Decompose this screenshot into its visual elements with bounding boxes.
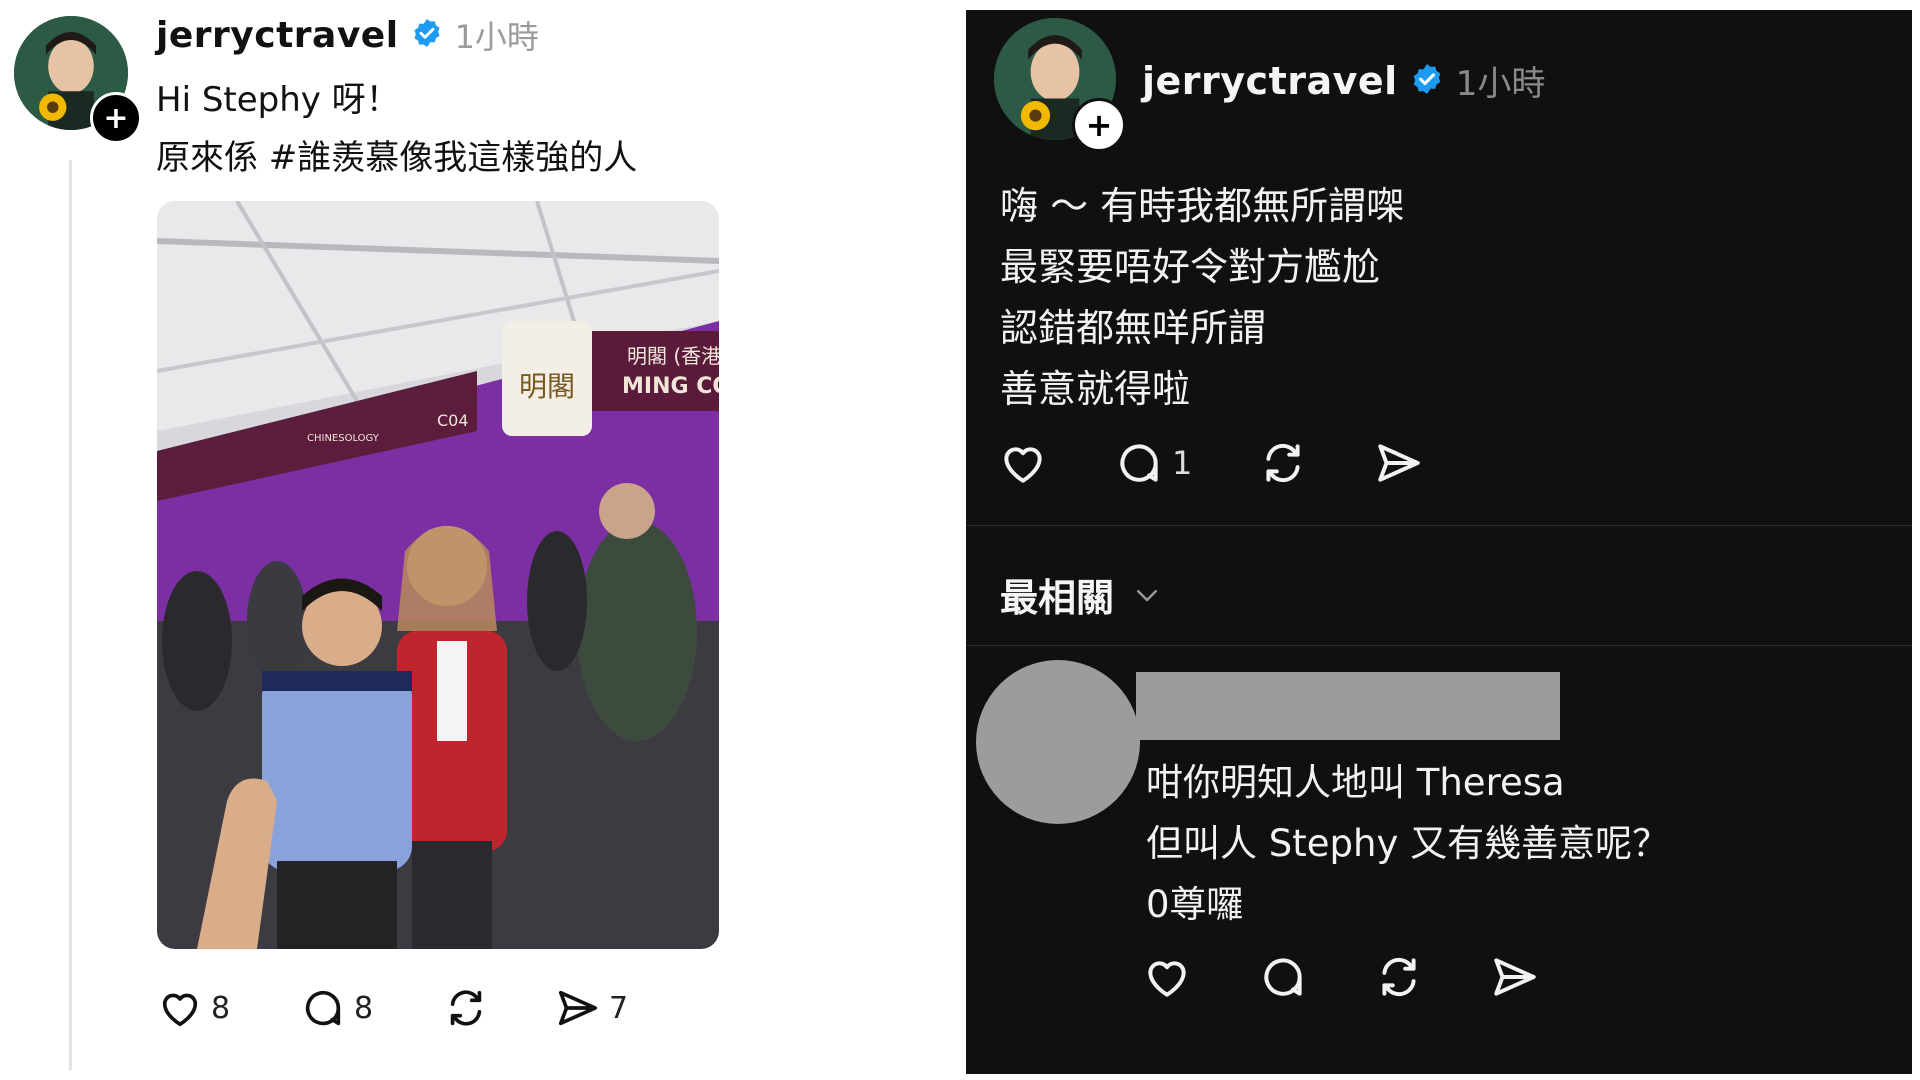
follow-plus-button-dark[interactable]: + bbox=[1072, 98, 1126, 152]
reply-line-1: 咁你明知人地叫 Theresa bbox=[1146, 761, 1565, 804]
post-line-4: 善意就得啦 bbox=[1000, 367, 1191, 411]
post-line-2: 最緊要唔好令對方尷尬 bbox=[1000, 245, 1381, 289]
reply-like-button[interactable] bbox=[1142, 952, 1192, 1002]
post-header-dark: jerryctravel 1小時 bbox=[1142, 56, 1545, 105]
send-icon bbox=[1494, 958, 1536, 996]
reply-body: 咁你明知人地叫 Theresa 但叫人 Stephy 又有幾善意呢？ 0尊囉 bbox=[1146, 752, 1669, 935]
send-icon bbox=[1378, 444, 1420, 482]
username-dark[interactable]: jerryctravel bbox=[1142, 59, 1398, 103]
like-count: 8 bbox=[211, 990, 231, 1026]
divider-2 bbox=[966, 645, 1912, 646]
repost-icon bbox=[450, 990, 482, 1026]
repost-icon bbox=[1266, 443, 1300, 483]
divider-1 bbox=[966, 525, 1912, 526]
reply-username-redacted bbox=[1136, 672, 1560, 740]
verified-badge-icon bbox=[411, 17, 443, 53]
reply-line-2: 但叫人 Stephy 又有幾善意呢？ bbox=[1146, 822, 1670, 865]
send-icon bbox=[558, 990, 598, 1026]
post-photo-image: 明閣 明閣 (香港 MING CO C04 CHINESOLOGY bbox=[157, 201, 719, 949]
share-button[interactable]: 7 bbox=[555, 985, 628, 1031]
heart-icon bbox=[162, 993, 198, 1027]
share-count: 7 bbox=[609, 990, 629, 1026]
post-timestamp: 1小時 bbox=[454, 18, 539, 56]
comment-count-dark: 1 bbox=[1172, 444, 1193, 482]
repost-button[interactable] bbox=[443, 985, 489, 1031]
sign-chinese: 明閣 bbox=[519, 370, 575, 403]
heart-icon bbox=[1148, 961, 1186, 997]
post-photo[interactable]: 明閣 明閣 (香港 MING CO C04 CHINESOLOGY bbox=[157, 201, 719, 949]
reply-repost-button[interactable] bbox=[1374, 952, 1424, 1002]
post-timestamp-dark: 1小時 bbox=[1455, 64, 1546, 104]
comment-bubble-icon bbox=[305, 990, 341, 1026]
post-text-line-1: Hi Stephy 呀！ bbox=[156, 80, 400, 120]
username[interactable]: jerryctravel bbox=[156, 15, 399, 56]
sign-english: MING CO bbox=[622, 374, 719, 399]
post-line-1: 嗨 ～ 有時我都無所謂㗎 bbox=[1000, 184, 1405, 228]
verified-badge-icon bbox=[1410, 62, 1444, 100]
reply-line-3: 0尊囉 bbox=[1146, 883, 1244, 926]
like-button-dark[interactable] bbox=[998, 438, 1048, 488]
post-text-line-2: 原來係 #誰羨慕像我這樣強的人 bbox=[156, 138, 638, 178]
follow-plus-button[interactable]: + bbox=[90, 92, 142, 144]
heart-icon bbox=[1004, 447, 1042, 483]
dark-post-panel: + jerryctravel 1小時 嗨 ～ 有時我都無所謂㗎 最緊要唔好令對方… bbox=[966, 10, 1912, 1074]
post-header: jerryctravel 1小時 bbox=[156, 12, 539, 58]
reply-avatar-redacted bbox=[976, 660, 1140, 824]
chevron-down-icon bbox=[1137, 589, 1158, 601]
booth-code: C04 bbox=[437, 411, 469, 430]
sort-dropdown[interactable]: 最相關 bbox=[1000, 567, 1162, 622]
reply-share-button[interactable] bbox=[1490, 952, 1540, 1002]
comment-count: 8 bbox=[354, 990, 374, 1026]
repost-button-dark[interactable] bbox=[1258, 438, 1308, 488]
repost-icon bbox=[1382, 957, 1416, 997]
like-button[interactable]: 8 bbox=[157, 985, 230, 1031]
comment-bubble-icon bbox=[1264, 958, 1302, 996]
post-line-3: 認錯都無咩所謂 bbox=[1000, 306, 1267, 350]
sign-chinese-2: 明閣 (香港 bbox=[627, 344, 719, 368]
comment-bubble-icon bbox=[1120, 444, 1158, 482]
share-button-dark[interactable] bbox=[1374, 438, 1424, 488]
thread-line bbox=[69, 160, 72, 1070]
sort-label: 最相關 bbox=[1000, 576, 1115, 620]
reply-comment-button[interactable] bbox=[1258, 952, 1308, 1002]
light-post-panel: + jerryctravel 1小時 Hi Stephy 呀！ 原來係 #誰羨慕… bbox=[0, 0, 966, 1080]
booth-sub: CHINESOLOGY bbox=[307, 433, 380, 444]
post-body-dark: 嗨 ～ 有時我都無所謂㗎 最緊要唔好令對方尷尬 認錯都無咩所謂 善意就得啦 bbox=[1000, 176, 1404, 420]
comment-button-dark[interactable]: 1 bbox=[1114, 438, 1192, 488]
comment-button[interactable]: 8 bbox=[300, 985, 373, 1031]
